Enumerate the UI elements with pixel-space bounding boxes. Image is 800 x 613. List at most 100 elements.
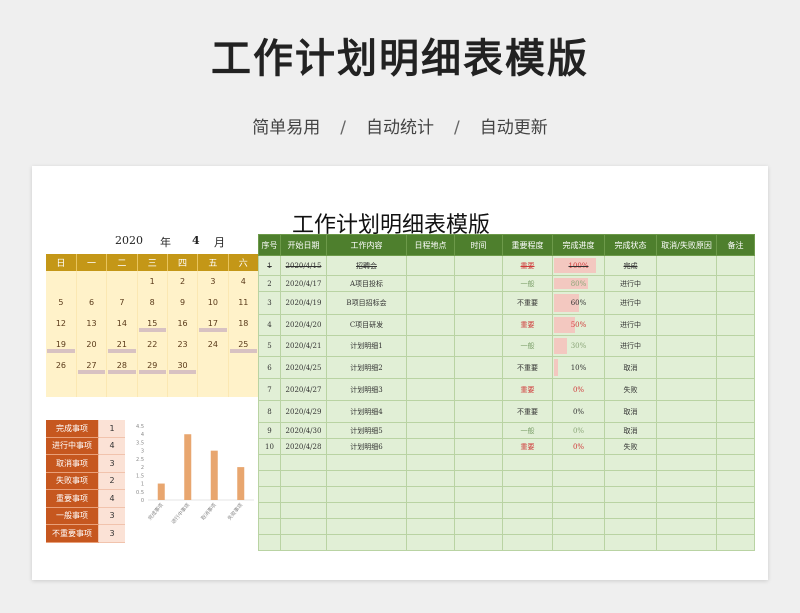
cell-note[interactable]: [716, 275, 755, 292]
empty-cell[interactable]: [326, 502, 407, 519]
cell-importance[interactable]: 不重要: [502, 291, 553, 315]
table-row[interactable]: 5 2020/4/21 计划明细1 一般 30% 进行中: [258, 335, 755, 357]
cell-place[interactable]: [406, 335, 455, 357]
empty-cell[interactable]: [406, 470, 455, 487]
empty-cell[interactable]: [258, 454, 281, 471]
empty-cell[interactable]: [656, 486, 717, 503]
cell-content[interactable]: 计划明细1: [326, 335, 407, 357]
empty-cell[interactable]: [454, 502, 503, 519]
empty-cell[interactable]: [280, 486, 327, 503]
cell-place[interactable]: [406, 422, 455, 439]
cell-no[interactable]: 1: [258, 255, 281, 276]
cell-status[interactable]: 取消: [604, 400, 657, 423]
cell-date[interactable]: 2020/4/21: [280, 335, 327, 357]
empty-cell[interactable]: [604, 454, 657, 471]
empty-cell[interactable]: [552, 454, 605, 471]
cell-place[interactable]: [406, 438, 455, 455]
cell-importance[interactable]: 一般: [502, 335, 553, 357]
cell-status[interactable]: 完成: [604, 255, 657, 276]
empty-row[interactable]: [258, 502, 755, 519]
calendar-day[interactable]: 2: [167, 271, 199, 292]
calendar-day[interactable]: 4: [228, 271, 260, 292]
empty-cell[interactable]: [258, 486, 281, 503]
empty-cell[interactable]: [280, 534, 327, 551]
calendar-day[interactable]: 13: [76, 313, 108, 334]
empty-cell[interactable]: [656, 502, 717, 519]
empty-cell[interactable]: [326, 518, 407, 535]
cell-progress[interactable]: 0%: [552, 400, 605, 423]
cell-reason[interactable]: [656, 335, 717, 357]
cell-date[interactable]: 2020/4/19: [280, 291, 327, 315]
empty-cell[interactable]: [326, 486, 407, 503]
empty-cell[interactable]: [326, 454, 407, 471]
calendar-day[interactable]: 12: [46, 313, 77, 334]
cell-place[interactable]: [406, 378, 455, 401]
cell-date[interactable]: 2020/4/27: [280, 378, 327, 401]
cell-progress[interactable]: 80%: [552, 275, 605, 292]
empty-cell[interactable]: [716, 470, 755, 487]
cell-importance[interactable]: 重要: [502, 314, 553, 336]
empty-cell[interactable]: [502, 470, 553, 487]
table-row[interactable]: 10 2020/4/28 计划明细6 重要 0% 失败: [258, 438, 755, 455]
cell-time[interactable]: [454, 400, 503, 423]
cell-time[interactable]: [454, 255, 503, 276]
empty-cell[interactable]: [326, 470, 407, 487]
cell-place[interactable]: [406, 356, 455, 379]
cell-date[interactable]: 2020/4/30: [280, 422, 327, 439]
cell-status[interactable]: 失败: [604, 378, 657, 401]
calendar-day[interactable]: 15: [137, 313, 168, 334]
cell-no[interactable]: 10: [258, 438, 281, 455]
cell-time[interactable]: [454, 291, 503, 315]
calendar-day[interactable]: 28: [106, 355, 138, 376]
empty-cell[interactable]: [454, 454, 503, 471]
cell-importance[interactable]: 不重要: [502, 400, 553, 423]
empty-cell[interactable]: [406, 534, 455, 551]
empty-cell[interactable]: [454, 518, 503, 535]
calendar-day[interactable]: 26: [46, 355, 77, 376]
cell-place[interactable]: [406, 255, 455, 276]
empty-cell[interactable]: [716, 454, 755, 471]
empty-row[interactable]: [258, 518, 755, 535]
cell-reason[interactable]: [656, 275, 717, 292]
calendar-day[interactable]: 11: [228, 292, 260, 313]
calendar-day[interactable]: 29: [137, 355, 168, 376]
empty-cell[interactable]: [656, 518, 717, 535]
cell-importance[interactable]: 一般: [502, 422, 553, 439]
empty-cell[interactable]: [716, 502, 755, 519]
cell-place[interactable]: [406, 400, 455, 423]
empty-cell[interactable]: [604, 518, 657, 535]
cell-no[interactable]: 2: [258, 275, 281, 292]
cell-status[interactable]: 进行中: [604, 291, 657, 315]
empty-row[interactable]: [258, 534, 755, 551]
table-row[interactable]: 7 2020/4/27 计划明细3 重要 0% 失败: [258, 378, 755, 401]
cell-no[interactable]: 7: [258, 378, 281, 401]
calendar-day[interactable]: 10: [197, 292, 229, 313]
empty-cell[interactable]: [502, 518, 553, 535]
empty-cell[interactable]: [716, 486, 755, 503]
cell-no[interactable]: 6: [258, 356, 281, 379]
calendar-day[interactable]: 7: [106, 292, 138, 313]
empty-cell[interactable]: [502, 486, 553, 503]
column-header[interactable]: 备注: [716, 234, 755, 256]
cell-note[interactable]: [716, 335, 755, 357]
calendar-day[interactable]: 16: [167, 313, 199, 334]
cell-note[interactable]: [716, 422, 755, 439]
calendar-day[interactable]: 27: [76, 355, 108, 376]
cell-importance[interactable]: 重要: [502, 255, 553, 276]
cell-reason[interactable]: [656, 291, 717, 315]
column-header[interactable]: 完成状态: [604, 234, 657, 256]
table-row[interactable]: 8 2020/4/29 计划明细4 不重要 0% 取消: [258, 400, 755, 423]
column-header[interactable]: 时间: [454, 234, 503, 256]
calendar-day[interactable]: 17: [197, 313, 229, 334]
cell-status[interactable]: 进行中: [604, 335, 657, 357]
empty-cell[interactable]: [258, 534, 281, 551]
empty-cell[interactable]: [552, 470, 605, 487]
column-header[interactable]: 工作内容: [326, 234, 407, 256]
cell-date[interactable]: 2020/4/25: [280, 356, 327, 379]
cell-content[interactable]: 计划明细2: [326, 356, 407, 379]
cell-progress[interactable]: 0%: [552, 438, 605, 455]
empty-cell[interactable]: [604, 486, 657, 503]
cell-status[interactable]: 进行中: [604, 275, 657, 292]
empty-cell[interactable]: [552, 486, 605, 503]
empty-row[interactable]: [258, 486, 755, 503]
